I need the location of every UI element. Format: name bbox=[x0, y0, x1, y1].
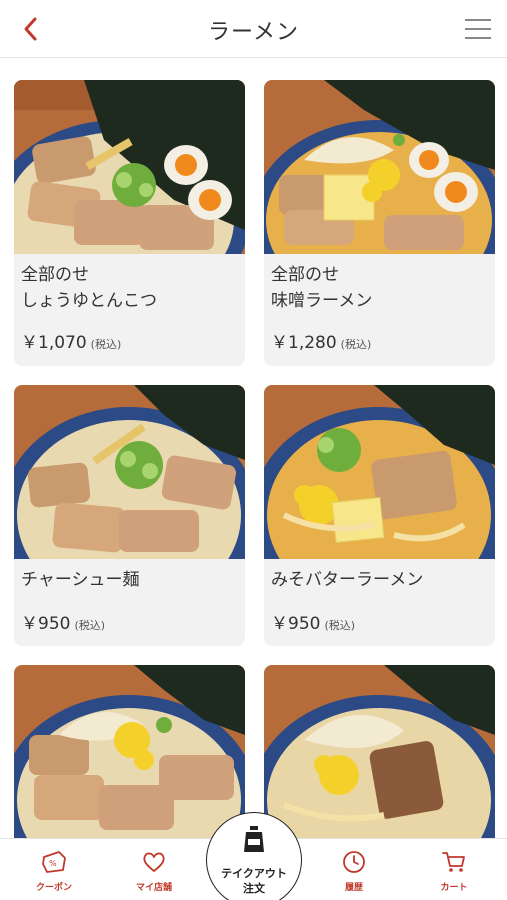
product-card[interactable]: みそバターラーメン ￥950 (税込) bbox=[264, 385, 495, 646]
product-price: ￥950 (税込) bbox=[21, 609, 105, 634]
price-value: ￥1,280 bbox=[271, 333, 337, 353]
product-name: みそバターラーメン bbox=[271, 567, 423, 593]
hamburger-menu-icon bbox=[465, 19, 491, 39]
product-name-line: 味噌ラーメン bbox=[271, 291, 373, 311]
coupon-icon: % bbox=[42, 851, 66, 873]
product-name: 全部のせ しょうゆとんこつ bbox=[21, 262, 157, 314]
product-price: ￥1,280 (税込) bbox=[271, 328, 371, 353]
product-card[interactable] bbox=[264, 665, 495, 838]
product-card[interactable]: 全部のせ 味噌ラーメン ￥1,280 (税込) bbox=[264, 80, 495, 366]
svg-text:%: % bbox=[49, 859, 57, 868]
product-grid: 全部のせ しょうゆとんこつ ￥1,070 (税込) 全部のせ 味噌ラーメン ￥1… bbox=[0, 58, 507, 838]
product-name-line: 全部のせ bbox=[21, 265, 89, 285]
tab-history[interactable]: 履歴 bbox=[314, 839, 394, 900]
product-name-line: みそバターラーメン bbox=[271, 570, 424, 590]
tab-label: カート bbox=[440, 883, 468, 893]
product-card[interactable]: チャーシュー麺 ￥950 (税込) bbox=[14, 385, 245, 646]
tab-cart[interactable]: カート bbox=[414, 839, 494, 900]
product-name-line: 全部のせ bbox=[271, 265, 339, 285]
tab-label: クーポン bbox=[35, 883, 72, 893]
clock-icon bbox=[343, 851, 365, 873]
tax-label: (税込) bbox=[340, 338, 372, 351]
product-image bbox=[14, 665, 245, 838]
product-image bbox=[264, 665, 495, 838]
product-name-line: チャーシュー麺 bbox=[21, 570, 140, 590]
price-value: ￥1,070 bbox=[21, 333, 87, 353]
product-card[interactable]: 全部のせ しょうゆとんこつ ￥1,070 (税込) bbox=[14, 80, 245, 366]
product-image bbox=[14, 385, 245, 559]
menu-button[interactable] bbox=[463, 14, 493, 44]
price-value: ￥950 bbox=[271, 614, 321, 634]
product-image bbox=[264, 80, 495, 254]
product-card[interactable] bbox=[14, 665, 245, 838]
tax-label: (税込) bbox=[324, 619, 356, 632]
tax-label: (税込) bbox=[74, 619, 106, 632]
takeout-bag-icon bbox=[244, 826, 264, 852]
product-name: 全部のせ 味噌ラーメン bbox=[271, 262, 372, 314]
tab-label: マイ店舗 bbox=[135, 883, 172, 893]
tab-label: 履歴 bbox=[344, 883, 363, 893]
product-image bbox=[264, 385, 495, 559]
heart-icon bbox=[143, 852, 165, 872]
takeout-label-line2: 注文 bbox=[243, 882, 265, 895]
product-price: ￥1,070 (税込) bbox=[21, 328, 121, 353]
cart-icon bbox=[442, 852, 465, 872]
product-name: チャーシュー麺 bbox=[21, 567, 140, 593]
header-bar: ラーメン bbox=[0, 0, 507, 58]
page-title: ラーメン bbox=[207, 20, 300, 45]
price-value: ￥950 bbox=[21, 614, 71, 634]
product-name-line: しょうゆとんこつ bbox=[21, 291, 157, 311]
takeout-label-line1: テイクアウト bbox=[221, 867, 287, 880]
takeout-order-button[interactable]: テイクアウト 注文 bbox=[206, 812, 302, 900]
product-price: ￥950 (税込) bbox=[271, 609, 355, 634]
tab-coupon[interactable]: % クーポン bbox=[14, 839, 94, 900]
tax-label: (税込) bbox=[90, 338, 122, 351]
tab-my-store[interactable]: マイ店舗 bbox=[114, 839, 194, 900]
product-image bbox=[14, 80, 245, 254]
